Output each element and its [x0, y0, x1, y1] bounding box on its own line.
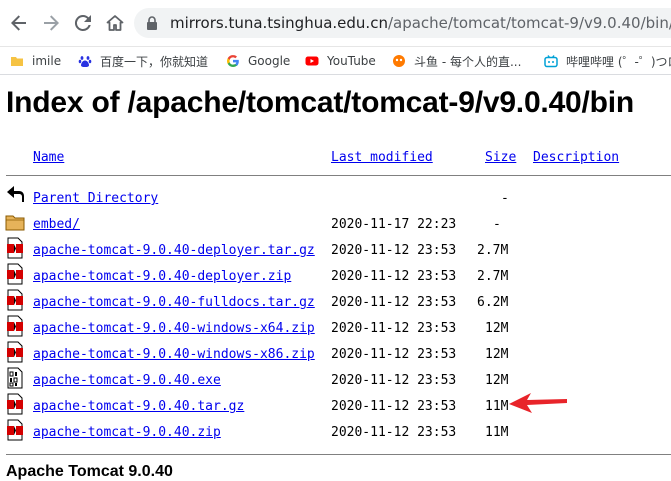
file-modified: 2020-11-12 23:53: [331, 373, 457, 388]
listing-header: Name Last modified Size Description: [0, 148, 671, 168]
reload-icon[interactable]: [71, 11, 95, 35]
file-link[interactable]: embed/: [33, 215, 80, 235]
file-size: -: [493, 217, 501, 232]
compressed-file-icon: [7, 341, 23, 363]
file-size: 11M: [485, 399, 509, 414]
home-icon[interactable]: [103, 11, 127, 35]
bilibili-icon: [544, 55, 558, 68]
back-arrow-icon: [7, 186, 24, 202]
listing-row: apache-tomcat-9.0.40-deployer.tar.gz 202…: [0, 237, 671, 261]
listing-row: apache-tomcat-9.0.40-windows-x86.zip 202…: [0, 341, 671, 365]
file-size: 6.2M: [477, 295, 509, 310]
bookmark-youtube[interactable]: YouTube: [305, 51, 376, 71]
listing-row: embed/ 2020-11-17 22:23 -: [0, 215, 671, 235]
file-link[interactable]: apache-tomcat-9.0.40.zip: [33, 423, 221, 443]
douyu-icon: [393, 55, 405, 67]
file-link[interactable]: apache-tomcat-9.0.40.exe: [33, 371, 221, 391]
compressed-file-icon: [7, 419, 23, 441]
annotation-arrow-icon: [509, 393, 567, 413]
listing-row: apache-tomcat-9.0.40.exe 2020-11-12 23:5…: [0, 367, 671, 391]
listing-row: Parent Directory -: [0, 186, 671, 209]
server-footer: Apache Tomcat 9.0.40: [6, 463, 173, 480]
back-arrow-icon[interactable]: [7, 11, 31, 35]
file-modified: 2020-11-12 23:53: [331, 243, 457, 258]
compressed-file-icon: [7, 315, 23, 337]
url-text: mirrors.tuna.tsinghua.edu.cn/apache/tomc…: [170, 14, 671, 32]
compressed-file-icon: [7, 393, 23, 415]
binary-file-icon: [7, 367, 23, 389]
file-size: 12M: [485, 347, 509, 362]
file-link[interactable]: apache-tomcat-9.0.40.tar.gz: [33, 397, 244, 417]
bookmark-bilibili[interactable]: 哔哩哔哩 (゜-゜)つロ...: [544, 51, 671, 71]
folder-icon: [5, 215, 25, 231]
sort-by-description-link[interactable]: Description: [533, 148, 619, 168]
file-link[interactable]: apache-tomcat-9.0.40-fulldocs.tar.gz: [33, 293, 315, 313]
bookmark-douyu[interactable]: 斗鱼 - 每个人的直...: [392, 51, 521, 71]
bookmarks-bar: imile 百度一下，你就知道 Google YouTube 斗鱼 - 每个人的…: [0, 47, 671, 75]
file-modified: 2020-11-12 23:53: [331, 347, 457, 362]
sort-by-size-link[interactable]: Size: [485, 148, 516, 168]
footer-divider: [6, 454, 671, 455]
bookmark-baidu[interactable]: 百度一下，你就知道: [78, 51, 208, 71]
file-link[interactable]: apache-tomcat-9.0.40-windows-x86.zip: [33, 345, 315, 365]
file-modified: 2020-11-12 23:53: [331, 269, 457, 284]
file-size: -: [501, 191, 509, 206]
youtube-icon: [305, 56, 319, 66]
file-modified: 2020-11-17 22:23: [331, 217, 457, 232]
file-link[interactable]: apache-tomcat-9.0.40-windows-x64.zip: [33, 319, 315, 339]
compressed-file-icon: [7, 263, 23, 285]
lock-icon: [147, 16, 157, 30]
google-icon: [227, 55, 239, 67]
bookmark-google[interactable]: Google: [226, 51, 290, 71]
listing-row: apache-tomcat-9.0.40.zip 2020-11-12 23:5…: [0, 419, 671, 443]
listing-row: apache-tomcat-9.0.40-deployer.zip 2020-1…: [0, 263, 671, 287]
file-size: 11M: [485, 425, 509, 440]
compressed-file-icon: [7, 289, 23, 311]
file-modified: 2020-11-12 23:53: [331, 399, 457, 414]
compressed-file-icon: [7, 237, 23, 259]
header-divider: [6, 175, 671, 176]
bookmark-imile[interactable]: imile: [10, 51, 61, 71]
baidu-paw-icon: [78, 56, 92, 67]
listing-row: apache-tomcat-9.0.40-windows-x64.zip 202…: [0, 315, 671, 339]
file-modified: 2020-11-12 23:53: [331, 295, 457, 310]
parent-directory-link[interactable]: Parent Directory: [33, 189, 158, 209]
browser-toolbar: mirrors.tuna.tsinghua.edu.cn/apache/tomc…: [0, 0, 671, 47]
file-link[interactable]: apache-tomcat-9.0.40-deployer.zip: [33, 267, 291, 287]
page-title: Index of /apache/tomcat/tomcat-9/v9.0.40…: [6, 86, 635, 119]
forward-arrow-icon[interactable]: [39, 11, 63, 35]
sort-by-name-link[interactable]: Name: [33, 148, 64, 168]
address-bar[interactable]: mirrors.tuna.tsinghua.edu.cn/apache/tomc…: [134, 8, 671, 38]
file-size: 12M: [485, 321, 509, 336]
file-size: 2.7M: [477, 243, 509, 258]
listing-row: apache-tomcat-9.0.40-fulldocs.tar.gz 202…: [0, 289, 671, 313]
sort-by-modified-link[interactable]: Last modified: [331, 148, 433, 168]
listing-row: apache-tomcat-9.0.40.tar.gz 2020-11-12 2…: [0, 393, 671, 417]
file-link[interactable]: apache-tomcat-9.0.40-deployer.tar.gz: [33, 241, 315, 261]
file-size: 2.7M: [477, 269, 509, 284]
folder-icon: [11, 57, 23, 66]
file-modified: 2020-11-12 23:53: [331, 425, 457, 440]
file-size: 12M: [485, 373, 509, 388]
file-modified: 2020-11-12 23:53: [331, 321, 457, 336]
